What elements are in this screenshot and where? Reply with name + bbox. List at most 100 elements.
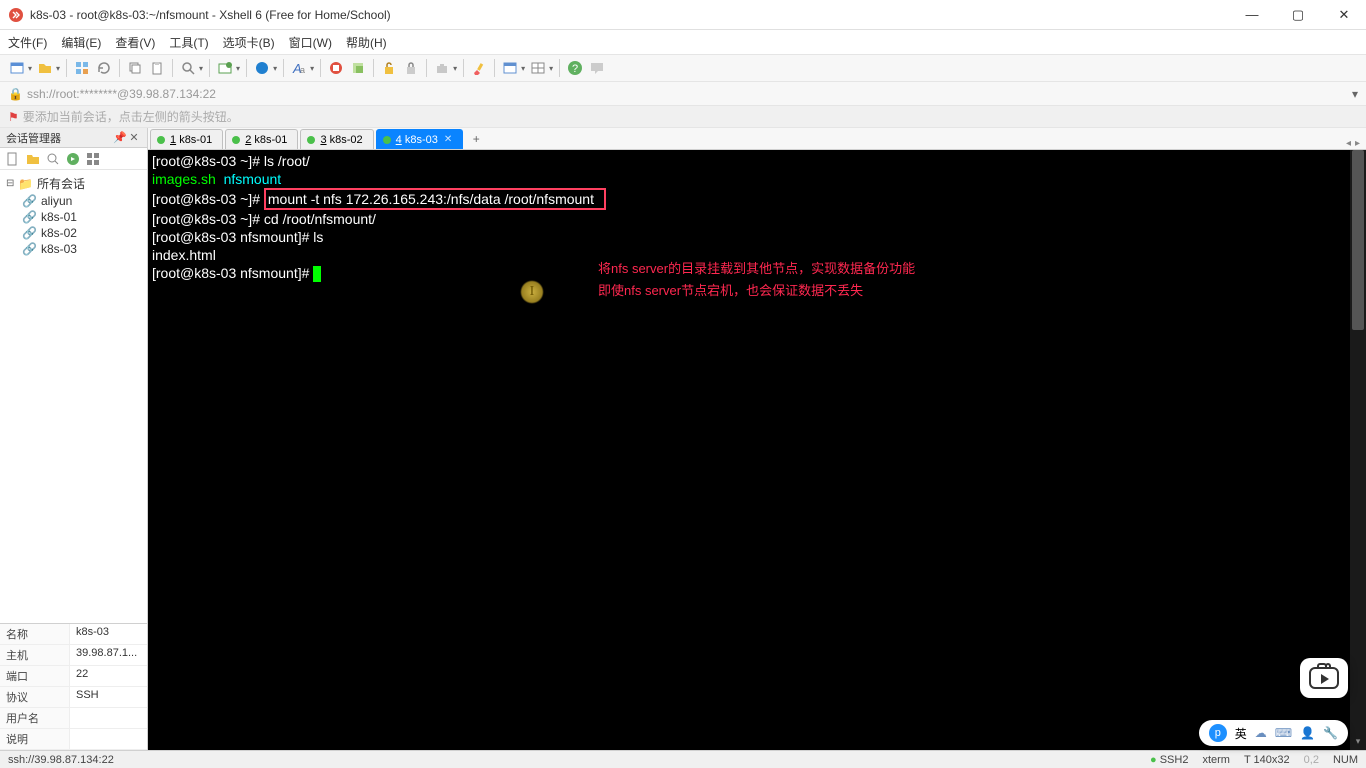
prop-key: 说明 — [0, 729, 70, 749]
color-icon[interactable] — [253, 59, 271, 77]
tab-next-icon[interactable]: ▸ — [1355, 138, 1360, 149]
prop-key: 名称 — [0, 624, 70, 644]
main-area: 会话管理器 📌 ✕ ⊟ 📁 所有会话 🔗 aliyun 🔗 k8s-01 — [0, 128, 1366, 750]
tab-k8s-01-2[interactable]: 2 k8s-01 — [225, 129, 298, 149]
add-tab-button[interactable]: + — [467, 130, 485, 148]
chat-icon[interactable] — [588, 59, 606, 77]
fullscreen-icon[interactable] — [327, 59, 345, 77]
sidebar-search-icon[interactable] — [46, 152, 60, 166]
copy-icon[interactable] — [126, 59, 144, 77]
new-folder-icon[interactable] — [26, 152, 40, 166]
session-label: k8s-01 — [41, 210, 77, 224]
menu-tools[interactable]: 工具(T) — [169, 34, 208, 51]
ime-cloud-icon[interactable]: ☁ — [1255, 726, 1267, 740]
tab-k8s-03[interactable]: 4 k8s-03✕ — [376, 129, 464, 149]
sidebar-header: 会话管理器 📌 ✕ — [0, 128, 147, 148]
sidebar-close-icon[interactable]: ✕ — [127, 131, 141, 144]
sessions-icon[interactable] — [216, 59, 234, 77]
terminal-scrollbar[interactable]: ▴ ▾ — [1350, 150, 1366, 750]
tab-strip: 1 k8s-01 2 k8s-01 3 k8s-02 4 k8s-03✕ + ◂… — [148, 128, 1366, 150]
ime-logo-icon[interactable]: р — [1209, 724, 1227, 742]
connection-icon: 🔗 — [22, 194, 37, 208]
property-row: 说明 — [0, 729, 147, 750]
new-session-icon[interactable] — [8, 59, 26, 77]
lock-icon: 🔒 — [8, 87, 23, 101]
window-controls: ― ▢ ✕ — [1238, 7, 1358, 23]
window-title: k8s-03 - root@k8s-03:~/nfsmount - Xshell… — [30, 8, 1238, 22]
ime-label[interactable]: 英 — [1235, 725, 1247, 742]
maximize-button[interactable]: ▢ — [1284, 7, 1312, 23]
menu-tabs[interactable]: 选项卡(B) — [223, 34, 275, 51]
search-icon[interactable] — [179, 59, 197, 77]
minimize-button[interactable]: ― — [1238, 7, 1266, 23]
address-text: ssh://root:********@39.98.87.134:22 — [27, 87, 1352, 101]
transparency-icon[interactable] — [349, 59, 367, 77]
transfer-icon[interactable] — [66, 152, 80, 166]
menu-view[interactable]: 查看(V) — [115, 34, 155, 51]
menu-window[interactable]: 窗口(W) — [289, 34, 332, 51]
video-widget[interactable] — [1300, 658, 1348, 698]
connection-icon: 🔗 — [22, 226, 37, 240]
menu-file[interactable]: 文件(F) — [8, 34, 47, 51]
close-button[interactable]: ✕ — [1330, 7, 1358, 23]
menu-edit[interactable]: 编辑(E) — [61, 34, 101, 51]
svg-text:a: a — [300, 65, 305, 75]
window-icon[interactable] — [501, 59, 519, 77]
scroll-thumb[interactable] — [1352, 150, 1364, 330]
folder-icon: 📁 — [18, 177, 33, 191]
pin-icon[interactable]: 📌 — [113, 131, 127, 144]
session-label: aliyun — [41, 194, 72, 208]
highlight-icon[interactable] — [470, 59, 488, 77]
paste-icon[interactable] — [148, 59, 166, 77]
menu-bar: 文件(F) 编辑(E) 查看(V) 工具(T) 选项卡(B) 窗口(W) 帮助(… — [0, 30, 1366, 54]
address-bar[interactable]: 🔒 ssh://root:********@39.98.87.134:22 ▾ — [0, 82, 1366, 106]
open-icon[interactable] — [36, 59, 54, 77]
prop-val: 22 — [70, 666, 147, 686]
tree-root[interactable]: ⊟ 📁 所有会话 — [0, 174, 147, 193]
tree-root-label: 所有会话 — [37, 175, 85, 192]
prop-key: 用户名 — [0, 708, 70, 728]
prop-key: 端口 — [0, 666, 70, 686]
reconnect-icon[interactable] — [73, 59, 91, 77]
disconnect-icon[interactable] — [95, 59, 113, 77]
font-icon[interactable]: Aa — [290, 59, 308, 77]
prop-val — [70, 708, 147, 728]
tab-prev-icon[interactable]: ◂ — [1346, 138, 1351, 149]
lock-open-icon[interactable] — [380, 59, 398, 77]
session-item-k8s-01[interactable]: 🔗 k8s-01 — [0, 209, 147, 225]
grid-view-icon[interactable] — [86, 152, 100, 166]
address-dropdown-icon[interactable]: ▾ — [1352, 87, 1358, 101]
prop-key: 协议 — [0, 687, 70, 707]
session-item-k8s-03[interactable]: 🔗 k8s-03 — [0, 241, 147, 257]
menu-help[interactable]: 帮助(H) — [346, 34, 387, 51]
ime-toolbar[interactable]: р 英 ☁ ⌨ 👤 🔧 — [1199, 720, 1348, 746]
tab-nav: ◂ ▸ — [1346, 138, 1366, 149]
scroll-down-icon[interactable]: ▾ — [1350, 732, 1366, 750]
annotation-text: 将nfs server的目录挂载到其他节点，实现数据备份功能 即使nfs ser… — [598, 258, 915, 302]
suitcase-icon[interactable] — [433, 59, 451, 77]
session-label: k8s-02 — [41, 226, 77, 240]
terminal[interactable]: [root@k8s-03 ~]# ls /root/ images.sh nfs… — [148, 150, 1366, 750]
property-row: 端口22 — [0, 666, 147, 687]
ime-keyboard-icon[interactable]: ⌨ — [1275, 726, 1292, 740]
svg-text:?: ? — [572, 63, 578, 75]
session-item-aliyun[interactable]: 🔗 aliyun — [0, 193, 147, 209]
new-file-icon[interactable] — [6, 152, 20, 166]
help-icon[interactable]: ? — [566, 59, 584, 77]
tab-close-icon[interactable]: ✕ — [444, 134, 452, 145]
ime-user-icon[interactable]: 👤 — [1300, 726, 1315, 740]
sidebar-toolbar — [0, 148, 147, 170]
title-bar: k8s-03 - root@k8s-03:~/nfsmount - Xshell… — [0, 0, 1366, 30]
ime-settings-icon[interactable]: 🔧 — [1323, 726, 1338, 740]
lock-icon[interactable] — [402, 59, 420, 77]
session-item-k8s-02[interactable]: 🔗 k8s-02 — [0, 225, 147, 241]
status-term: xterm — [1202, 754, 1230, 766]
tab-k8s-02[interactable]: 3 k8s-02 — [300, 129, 373, 149]
collapse-icon[interactable]: ⊟ — [6, 178, 18, 189]
tab-k8s-01-1[interactable]: 1 k8s-01 — [150, 129, 223, 149]
status-dot-icon — [307, 136, 315, 144]
status-dot-icon — [232, 136, 240, 144]
grid-icon[interactable] — [529, 59, 547, 77]
highlighted-command: mount -t nfs 172.26.165.243:/nfs/data /r… — [264, 188, 606, 210]
mouse-cursor-icon — [520, 280, 544, 304]
